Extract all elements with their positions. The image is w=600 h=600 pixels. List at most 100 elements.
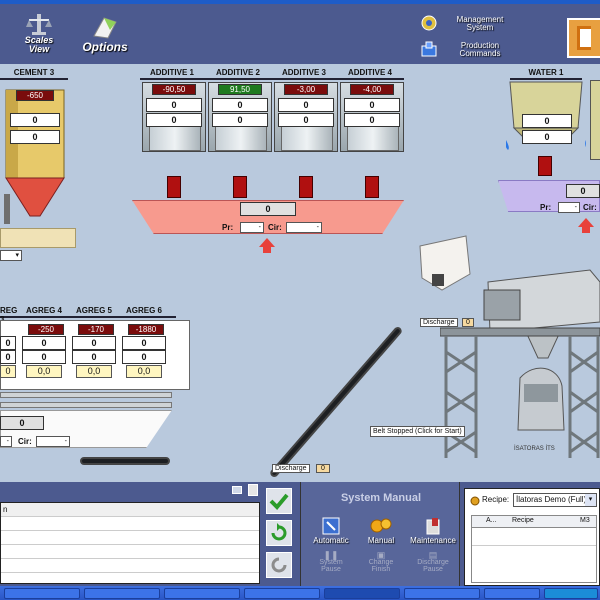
discharge-pause-button[interactable]: ▤ Discharge Pause — [407, 550, 459, 574]
discharge-pause-label-1: Discharge — [417, 559, 449, 566]
refresh-icon — [271, 523, 287, 541]
water-pr-select[interactable]: - — [558, 202, 580, 213]
additive-2-zero-1: 0 — [212, 98, 268, 112]
system-pause-button[interactable]: ❚❚ System Pause — [307, 550, 355, 574]
agreg-5-zero-2: 0 — [72, 350, 116, 364]
additive-2-title: ADDITIVE 2 — [215, 68, 260, 77]
taskbar — [0, 586, 600, 600]
taskbar-item-active[interactable] — [324, 588, 400, 599]
options-button[interactable]: Options — [74, 14, 136, 54]
automatic-label: Automatic — [313, 536, 349, 545]
agreg-belt[interactable] — [80, 457, 170, 465]
water-valve — [538, 156, 552, 176]
table-row[interactable] — [1, 517, 259, 531]
log-grid-header-text: n — [3, 505, 8, 514]
cement-title: CEMENT 3 — [0, 68, 68, 80]
agreg-3-moisture[interactable]: 0 — [0, 365, 16, 378]
additive-1-zero-1: 0 — [146, 98, 202, 112]
management-label-2: System — [466, 23, 494, 32]
agreg-4-value: -250 — [28, 324, 64, 335]
recipe-select-value: İlatoras Demo (Full) — [516, 495, 587, 504]
additive-1-title: ADDITIVE 1 — [149, 68, 194, 77]
manual-button[interactable]: Manual — [357, 516, 405, 545]
taskbar-item[interactable] — [484, 588, 540, 599]
additive-cir-select[interactable]: - — [286, 222, 322, 233]
print-icon[interactable] — [232, 486, 242, 494]
confirm-button[interactable] — [266, 488, 292, 514]
water-tank-right — [590, 80, 600, 160]
water-tray-total: 0 — [566, 184, 600, 198]
scales-view-button[interactable]: Scales View — [14, 12, 64, 54]
management-icon — [421, 15, 437, 31]
maintenance-label: Maintenance — [410, 536, 456, 545]
table-row[interactable] — [1, 545, 259, 559]
system-pause-label-2: Pause — [321, 566, 341, 573]
recipe-panel: Recipe: İlatoras Demo (Full) ▾ A... Reci… — [464, 488, 600, 586]
additive-4-zero-1: 0 — [344, 98, 400, 112]
table-row[interactable] — [472, 528, 596, 546]
taskbar-item[interactable] — [84, 588, 160, 599]
change-finish-label-2: Finish — [371, 566, 391, 573]
options-icon — [93, 17, 117, 39]
agreg-5-moisture[interactable]: 0,0 — [76, 365, 112, 378]
scales-label-2: View — [28, 44, 50, 54]
agreg-6-zero-1: 0 — [122, 336, 166, 350]
document-icon[interactable] — [248, 484, 258, 496]
additive-pr-label: Pr: — [222, 223, 234, 232]
company-logo — [567, 18, 600, 58]
refresh-button[interactable] — [266, 520, 292, 546]
incline-belt[interactable] — [268, 325, 404, 479]
maintenance-button[interactable]: Maintenance — [407, 516, 459, 545]
agreg-cir-label: Cir: — [18, 437, 32, 446]
additive-3-value: -3,00 — [284, 84, 328, 95]
additive-1-valve — [167, 176, 181, 198]
cement-silo — [4, 84, 66, 224]
additive-2-valve — [233, 176, 247, 198]
additive-4-value: -4,00 — [350, 84, 394, 95]
additive-4-valve — [365, 176, 379, 198]
agreg-4-moisture[interactable]: 0,0 — [26, 365, 62, 378]
change-finish-button[interactable]: ▣ Change Finish — [357, 550, 405, 574]
taskbar-item[interactable] — [404, 588, 480, 599]
cement-tray — [0, 228, 76, 248]
discharge-pause-label-2: Pause — [423, 566, 443, 573]
agreg-6-moisture[interactable]: 0,0 — [126, 365, 162, 378]
water-up-arrow-icon[interactable] — [578, 218, 594, 233]
production-icon — [421, 41, 437, 57]
check-arrow-icon — [269, 493, 289, 510]
cement-value: -650 — [16, 90, 54, 101]
table-row[interactable] — [1, 531, 259, 545]
recipe-select[interactable]: İlatoras Demo (Full) ▾ — [513, 493, 597, 507]
bottom-panel: n System Manual Automatic Manual Mainten… — [0, 482, 600, 586]
taskbar-item[interactable] — [164, 588, 240, 599]
water-title: WATER 1 — [510, 68, 582, 80]
additive-3-valve — [299, 176, 313, 198]
belt-status-button[interactable]: Belt Stopped (Click for Start) — [370, 426, 465, 437]
system-manual-title: System Manual — [340, 492, 422, 504]
agreg-pr-select[interactable]: - — [0, 436, 12, 447]
agreg-cir-select[interactable]: - — [36, 436, 70, 447]
maintenance-icon — [426, 518, 440, 535]
additive-cir-label: Cir: — [268, 223, 282, 232]
additive-pr-select[interactable]: - — [240, 222, 264, 233]
agreg-rail-1 — [0, 392, 172, 398]
taskbar-item[interactable] — [4, 588, 80, 599]
table-row[interactable] — [1, 559, 259, 573]
agreg-6-title: AGREG 6 — [125, 306, 162, 315]
chevron-down-icon[interactable]: ▾ — [585, 494, 596, 506]
undo-button[interactable] — [266, 552, 292, 578]
agreg-3-zero-2: 0 — [0, 350, 16, 364]
recipe-grid-header: A... Recipe M3 — [472, 516, 596, 528]
pause-icon: ❚❚ — [323, 550, 339, 560]
additive-up-arrow-icon[interactable] — [259, 238, 275, 253]
cement-zero-2: 0 — [10, 130, 60, 144]
agreg-3-zero-1: 0 — [0, 336, 16, 350]
automatic-button[interactable]: Automatic — [307, 516, 355, 545]
additive-2-zero-2: 0 — [212, 113, 268, 127]
change-icon: ▣ — [376, 550, 386, 560]
taskbar-item[interactable] — [244, 588, 320, 599]
additive-tray-total: 0 — [240, 202, 296, 216]
discharge-pause-icon: ▤ — [428, 550, 438, 560]
scales-icon — [26, 14, 52, 35]
cement-select[interactable]: ▾ — [0, 250, 22, 261]
